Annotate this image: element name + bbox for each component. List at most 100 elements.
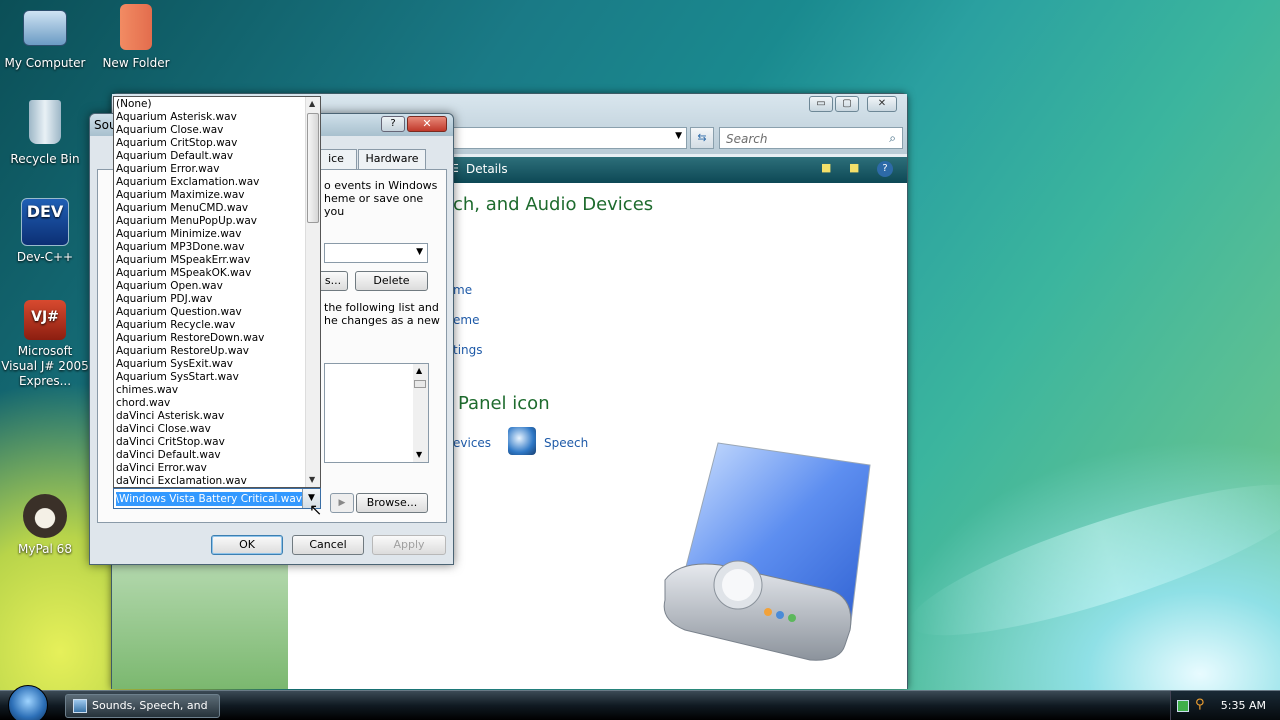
sound-list-item[interactable]: daVinci Close.wav	[114, 423, 306, 436]
section-heading: Panel icon	[458, 393, 550, 414]
speech-link[interactable]: Speech	[544, 436, 588, 450]
dialog-close-button[interactable]: ✕	[407, 116, 447, 132]
folder-icon	[120, 4, 152, 50]
sound-scheme-select[interactable]: ▼	[324, 243, 428, 263]
tab-hardware[interactable]: Hardware	[358, 149, 426, 169]
selected-sound-text[interactable]: sta\Windows Vista Battery Critical.wav	[116, 492, 302, 506]
description-line: the following list and	[324, 301, 439, 314]
ok-button[interactable]: OK	[211, 535, 283, 555]
tab-voice[interactable]: ice	[315, 149, 357, 169]
task-link[interactable]: tings	[453, 343, 483, 357]
clock[interactable]: 5:35 AM	[1221, 699, 1266, 712]
sound-list-item[interactable]: Aquarium MP3Done.wav	[114, 241, 306, 254]
sound-list-item[interactable]: Aquarium Default.wav	[114, 150, 306, 163]
speech-icon[interactable]	[508, 427, 536, 455]
apply-button[interactable]: Apply	[372, 535, 446, 555]
delete-button[interactable]: Delete	[355, 271, 428, 291]
sound-list-item[interactable]: Aquarium RestoreUp.wav	[114, 345, 306, 358]
sound-list-item[interactable]: Aquarium PDJ.wav	[114, 293, 306, 306]
task-link[interactable]: me	[453, 283, 472, 297]
search-icon[interactable]: ⚲	[1195, 697, 1205, 712]
taskbar-button-label: Sounds, Speech, and ...	[92, 699, 208, 712]
organize-icon[interactable]: ■	[849, 161, 859, 174]
network-icon[interactable]	[1177, 700, 1189, 712]
chevron-down-icon: ▼	[416, 247, 423, 257]
sound-list-item[interactable]: Aquarium Close.wav	[114, 124, 306, 137]
scroll-down-icon[interactable]: ▼	[309, 475, 315, 484]
scroll-up-icon[interactable]: ▲	[309, 99, 315, 108]
description-line: he changes as a new	[324, 314, 440, 327]
desktop-icon-my-computer[interactable]: My Computer	[0, 4, 92, 70]
sound-list-item[interactable]: (None)	[114, 98, 306, 111]
minimize-button[interactable]: ▭	[809, 96, 833, 112]
audio-devices-link[interactable]: evices	[453, 436, 491, 450]
section-heading: ch, and Audio Devices	[453, 194, 654, 215]
sound-list-item[interactable]: chimes.wav	[114, 384, 306, 397]
scroll-down-icon[interactable]: ▼	[416, 450, 422, 459]
scroll-thumb[interactable]	[307, 113, 319, 223]
sound-list-item[interactable]: Aquarium MenuCMD.wav	[114, 202, 306, 215]
desktop-icon-recycle-bin[interactable]: Recycle Bin	[0, 100, 92, 166]
help-icon[interactable]: ?	[877, 161, 893, 177]
dev-cpp-icon: DEV	[21, 198, 69, 246]
visual-jsharp-icon: VJ#	[24, 300, 66, 340]
sound-list-item[interactable]: Aquarium RestoreDown.wav	[114, 332, 306, 345]
speech-gadget-illustration	[663, 442, 871, 661]
search-icon[interactable]: ⌕	[889, 131, 896, 146]
sound-file-dropdown-list[interactable]: (None) Aquarium Asterisk.wav Aquarium Clos…	[113, 96, 321, 488]
sound-list-item[interactable]: Aquarium MSpeakErr.wav	[114, 254, 306, 267]
desktop-icon-mypal[interactable]: MyPal 68	[0, 494, 92, 556]
desktop-icon-visual-jsharp[interactable]: VJ# Microsoft Visual J# 2005 Expres...	[0, 300, 92, 389]
scroll-thumb[interactable]	[414, 380, 426, 388]
sound-list-item[interactable]: daVinci Default.wav	[114, 449, 306, 462]
desktop-icon-dev-cpp[interactable]: DEV Dev-C++	[0, 198, 92, 264]
task-link[interactable]: eme	[453, 313, 479, 327]
address-bar[interactable]: ▼	[452, 127, 687, 149]
scroll-up-icon[interactable]: ▲	[416, 366, 422, 375]
sound-list-item[interactable]: Aquarium Error.wav	[114, 163, 306, 176]
folder-icon[interactable]: ■	[821, 161, 831, 174]
start-button[interactable]	[8, 685, 48, 720]
sound-list-item[interactable]: daVinci CritStop.wav	[114, 436, 306, 449]
program-events-list[interactable]: ▲ ▼	[324, 363, 429, 463]
maximize-button[interactable]: ▢	[835, 96, 859, 112]
description-line: o events in Windows	[324, 179, 438, 192]
sound-file-select[interactable]: sta\Windows Vista Battery Critical.wav ▼	[113, 488, 321, 509]
dropdown-scrollbar[interactable]: ▲ ▼	[305, 97, 320, 487]
sound-list-item[interactable]: Aquarium Maximize.wav	[114, 189, 306, 202]
sound-list-item[interactable]: Aquarium CritStop.wav	[114, 137, 306, 150]
sound-list-item[interactable]: Aquarium Question.wav	[114, 306, 306, 319]
computer-icon	[23, 10, 67, 46]
sound-list-item[interactable]: chord.wav	[114, 397, 306, 410]
sound-list-item[interactable]: Aquarium SysStart.wav	[114, 371, 306, 384]
sound-list-item[interactable]: Aquarium Exclamation.wav	[114, 176, 306, 189]
save-as-button[interactable]: s...	[318, 271, 348, 291]
sound-list-item[interactable]: Aquarium Open.wav	[114, 280, 306, 293]
sound-list-item[interactable]: Aquarium Asterisk.wav	[114, 111, 306, 124]
scrollbar[interactable]: ▲ ▼	[413, 364, 428, 462]
play-icon[interactable]: ▶	[330, 493, 354, 513]
taskbar-button-sounds[interactable]: Sounds, Speech, and ...	[65, 694, 220, 718]
refresh-icon[interactable]: ⇆	[690, 127, 714, 149]
close-button[interactable]: ✕	[867, 96, 897, 112]
sound-list-item[interactable]: daVinci Exclamation.wav	[114, 475, 306, 487]
description-text: the following list and he changes as a n…	[324, 301, 440, 327]
browse-button[interactable]: Browse...	[356, 493, 428, 513]
cancel-button[interactable]: Cancel	[292, 535, 364, 555]
control-panel-icon	[73, 699, 87, 713]
sound-list-item[interactable]: Aquarium Recycle.wav	[114, 319, 306, 332]
search-input[interactable]: Search ⌕	[719, 127, 903, 149]
sound-list-item[interactable]: daVinci Asterisk.wav	[114, 410, 306, 423]
sound-list-item[interactable]: daVinci Error.wav	[114, 462, 306, 475]
chevron-down-icon[interactable]: ▼	[675, 131, 682, 141]
system-tray: ⚲ 5:35 AM	[1170, 691, 1280, 720]
details-label: Details	[466, 162, 508, 176]
help-button[interactable]: ?	[381, 116, 405, 132]
desktop-icon-new-folder[interactable]: New Folder	[89, 4, 183, 70]
description-line: heme or save one you	[324, 192, 424, 218]
sound-list-item[interactable]: Aquarium SysExit.wav	[114, 358, 306, 371]
sound-list-item[interactable]: Aquarium MenuPopUp.wav	[114, 215, 306, 228]
sound-list-item[interactable]: Aquarium MSpeakOK.wav	[114, 267, 306, 280]
sound-list-item[interactable]: Aquarium Minimize.wav	[114, 228, 306, 241]
recycle-bin-icon	[29, 100, 61, 144]
